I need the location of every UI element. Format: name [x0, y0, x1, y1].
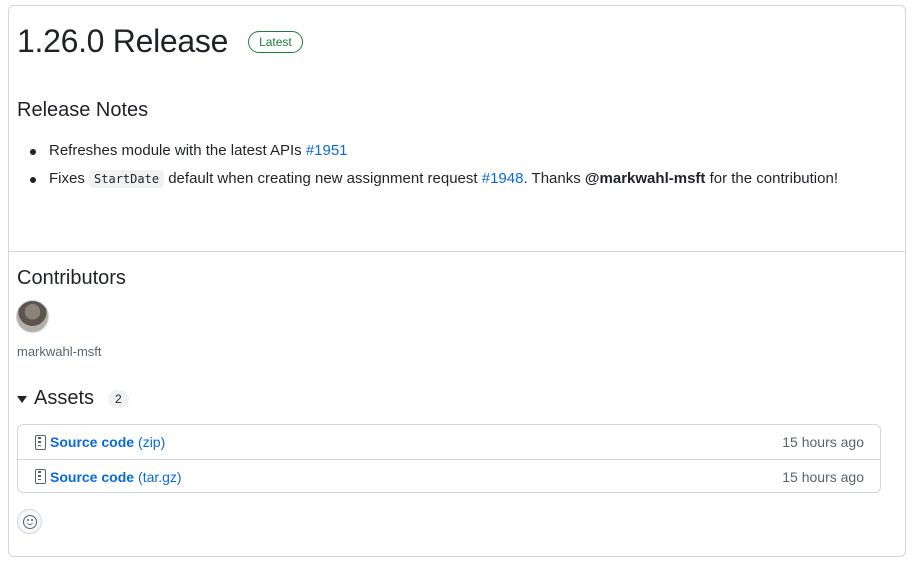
- asset-time: 15 hours ago: [782, 434, 864, 450]
- avatar[interactable]: [16, 300, 49, 333]
- assets-list: Source code (zip) 15 hours ago Source co…: [17, 424, 881, 493]
- asset-name[interactable]: Source code: [50, 469, 134, 485]
- latest-badge: Latest: [248, 30, 303, 53]
- caret-down-icon: [17, 396, 27, 403]
- list-item: Refreshes module with the latest APIs #1…: [17, 139, 857, 163]
- issue-link-1951[interactable]: #1951: [306, 142, 348, 159]
- release-title[interactable]: 1.26.0 Release: [17, 23, 228, 60]
- asset-time: 15 hours ago: [782, 468, 864, 485]
- file-zip-icon: [35, 434, 46, 450]
- asset-ext[interactable]: (tar.gz): [138, 469, 182, 485]
- note-suffix: for the contribution!: [709, 170, 838, 187]
- smiley-icon: [22, 514, 37, 529]
- user-mention[interactable]: @markwahl-msft: [585, 170, 706, 187]
- file-zip-icon: [35, 469, 46, 484]
- note-text: Refreshes module with the latest APIs: [49, 142, 302, 159]
- release-notes-list: Refreshes module with the latest APIs #1…: [17, 139, 857, 195]
- note-middle: default when creating new assignment req…: [168, 170, 478, 187]
- note-prefix: Fixes: [49, 170, 85, 187]
- contributors-heading: Contributors: [17, 267, 126, 289]
- contributor-name: markwahl-msft: [17, 344, 102, 359]
- assets-heading: Assets: [34, 387, 95, 409]
- inline-code: StartDate: [89, 170, 165, 188]
- release-notes-heading: Release Notes: [17, 99, 149, 121]
- asset-row[interactable]: Source code (zip) 15 hours ago: [18, 425, 880, 459]
- asset-row[interactable]: Source code (tar.gz) 15 hours ago: [18, 459, 880, 493]
- asset-ext[interactable]: (zip): [138, 434, 165, 450]
- issue-link-1948[interactable]: #1948: [482, 170, 524, 187]
- asset-name[interactable]: Source code: [50, 434, 134, 450]
- assets-count-badge: 2: [108, 389, 129, 408]
- list-item: Fixes StartDate default when creating ne…: [17, 167, 857, 191]
- release-title-row: 1.26.0 Release Latest: [17, 23, 303, 60]
- assets-toggle[interactable]: Assets 2: [17, 387, 129, 410]
- note-thanks: . Thanks: [523, 170, 581, 187]
- add-reaction-button[interactable]: [17, 509, 42, 534]
